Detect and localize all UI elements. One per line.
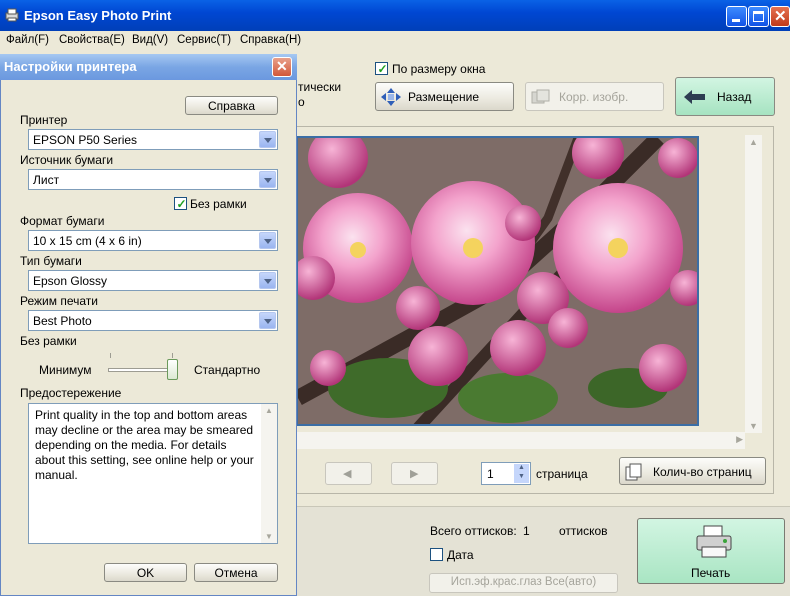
dialog-title: Настройки принтера [4,59,137,74]
page-count-button[interactable]: Колич-во страниц [619,457,766,485]
fit-window-label: По размеру окна [392,62,486,76]
redeye-button[interactable]: Исп.эф.крас.глаз Все(авто) [429,573,618,593]
chevron-down-icon [259,232,276,249]
warning-textbox[interactable]: Print quality in the top and bottom area… [28,403,278,544]
paper-size-label: Формат бумаги [20,214,105,228]
triangle-right-icon: ▶ [410,468,419,480]
printer-label: Принтер [20,113,68,127]
chevron-down-icon [259,171,276,188]
check-icon: ✓ [176,197,187,211]
correct-image-label: Корр. изобр. [559,90,629,104]
total-value: 1 [523,524,530,538]
correct-image-button[interactable]: Корр. изобр. [525,82,664,111]
maximize-button[interactable] [748,6,769,27]
pages-icon [625,463,642,481]
back-button[interactable]: Назад [675,77,775,116]
spin-down-icon[interactable]: ▼ [514,473,529,483]
prev-page-button[interactable]: ◀ [325,462,372,485]
close-button[interactable]: ✕ [770,6,790,27]
print-button[interactable]: Печать [637,518,785,584]
chevron-down-icon [259,312,276,329]
horizontal-scrollbar[interactable]: ▶ [297,432,745,449]
printer-value: EPSON P50 Series [33,133,138,147]
cherry-blossom-photo [298,138,697,424]
source-value: Лист [33,173,60,187]
paper-size-select[interactable]: 10 x 15 cm (4 x 6 in) [28,230,278,251]
minimize-button[interactable] [726,6,747,27]
app-printer-icon [5,8,19,22]
cancel-button[interactable]: Отмена [194,563,278,582]
date-label: Дата [447,548,474,562]
check-icon: ✓ [377,62,388,76]
page-spinner[interactable]: 1 ▲ ▼ [481,462,531,485]
slider-min-label: Минимум [39,363,92,377]
chevron-down-icon [259,272,276,289]
scroll-up-icon: ▲ [265,406,273,415]
print-mode-label: Режим печати [20,294,98,308]
scroll-right-icon: ▶ [736,434,743,444]
scroll-down-icon: ▼ [265,532,273,541]
chevron-down-icon [259,131,276,148]
page-number-value: 1 [487,467,494,481]
page-count-label: Колич-во страниц [653,465,752,479]
placement-label: Размещение [408,90,479,104]
photo-preview[interactable] [296,136,699,426]
borderless-check-label: Без рамки [190,197,247,211]
partial-label-1: тически [298,80,342,94]
back-label: Назад [717,90,752,104]
scroll-up-icon: ▲ [749,137,758,147]
page-label: страница [536,467,588,481]
source-label: Источник бумаги [20,153,114,167]
image-correct-icon [531,89,550,104]
slider-max-label: Стандартно [194,363,261,377]
ok-button[interactable]: OK [104,563,187,582]
close-icon: ✕ [276,58,288,74]
expansion-slider-thumb[interactable] [167,359,178,380]
print-label: Печать [691,566,731,580]
maximize-icon [753,11,764,22]
next-page-button[interactable]: ▶ [391,462,438,485]
help-button[interactable]: Справка [185,96,278,115]
warning-label: Предостережение [20,386,122,400]
close-icon: ✕ [774,8,787,25]
warning-text: Print quality in the top and bottom area… [35,408,254,482]
minimize-icon [732,19,740,22]
vertical-scrollbar[interactable]: ▲ ▼ [745,135,762,433]
printer-select[interactable]: EPSON P50 Series [28,129,278,150]
scroll-down-icon: ▼ [749,421,758,431]
total-label: Всего оттисков: [430,524,517,538]
print-mode-value: Best Photo [33,314,92,328]
paper-type-label: Тип бумаги [20,254,82,268]
paper-source-select[interactable]: Лист [28,169,278,190]
slider-tick [110,353,111,358]
paper-type-value: Epson Glossy [33,274,108,288]
menu-view[interactable]: Вид(V) [132,34,168,46]
slider-tick [172,353,173,358]
borderless-checkbox[interactable]: ✓ [174,197,187,210]
printer-icon [696,525,732,558]
menu-properties[interactable]: Свойства(E) [59,34,125,46]
print-mode-select[interactable]: Best Photo [28,310,278,331]
paper-type-select[interactable]: Epson Glossy [28,270,278,291]
warning-scrollbar[interactable]: ▲ ▼ [261,404,277,543]
menu-tools[interactable]: Сервис(T) [177,34,231,46]
menu-file[interactable]: Файл(F) [6,34,49,46]
fit-window-checkbox[interactable]: ✓ [375,62,388,75]
placement-button[interactable]: Размещение [375,82,514,111]
window-title: Epson Easy Photo Print [24,8,172,23]
expansion-label: Без рамки [20,334,77,348]
triangle-left-icon: ◀ [343,468,352,480]
move-arrows-icon [381,88,401,106]
arrow-left-icon [684,90,705,104]
total-unit: оттисков [559,524,608,538]
menu-help[interactable]: Справка(H) [240,34,301,46]
partial-label-2: о [298,95,305,109]
dialog-close-button[interactable]: ✕ [272,57,292,77]
paper-size-value: 10 x 15 cm (4 x 6 in) [33,234,142,248]
date-checkbox[interactable] [430,548,443,561]
